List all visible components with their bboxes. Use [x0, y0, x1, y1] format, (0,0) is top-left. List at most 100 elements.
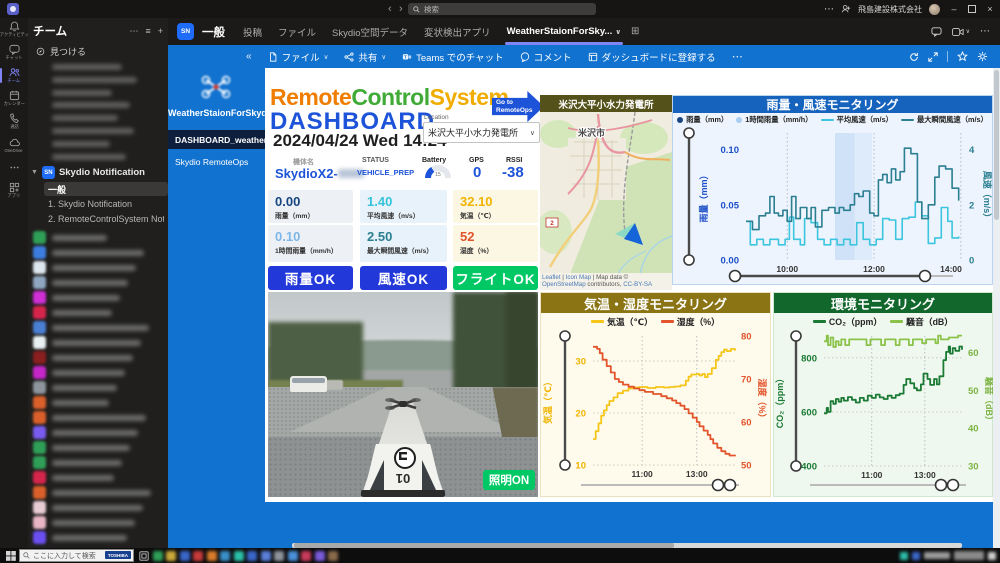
add-tab-icon[interactable]: ⊞ [631, 26, 639, 37]
blurred-team-item[interactable] [33, 321, 149, 334]
tab-ファイル[interactable]: ファイル [270, 18, 324, 45]
discover-button[interactable]: 見つける [36, 45, 86, 58]
fullscreen-icon[interactable] [928, 52, 938, 62]
y-range-slider-handle[interactable] [791, 461, 801, 471]
rail-item-more[interactable] [0, 156, 28, 179]
tab-WeatherStaionForSky...[interactable]: WeatherStaionForSky...∨ [499, 18, 629, 45]
attribution-link[interactable]: CC-BY-SA [623, 281, 652, 288]
rail-item-onedrive[interactable]: OneDrive [0, 133, 28, 156]
taskbar-app-icon[interactable] [315, 551, 325, 561]
open-chat-icon[interactable] [931, 26, 942, 37]
channel-item[interactable]: 一般 [44, 182, 168, 196]
blurred-team-item[interactable] [33, 396, 109, 409]
blurred-team-item[interactable] [33, 411, 146, 424]
blurred-team-item[interactable] [33, 456, 122, 469]
x-range-slider-handle[interactable] [948, 480, 959, 491]
sidebar-item-remoteops[interactable]: Skydio RemoteOps [168, 152, 265, 171]
attribution-link[interactable]: OpenStreetMap [542, 281, 586, 288]
tab-投稿[interactable]: 投稿 [235, 18, 270, 45]
blurred-team-item[interactable] [33, 246, 144, 259]
add-person-icon[interactable] [841, 4, 851, 14]
ok-button-0[interactable]: 雨量OK [268, 266, 353, 290]
filter-icon[interactable]: ≡ [145, 26, 150, 37]
rail-item-apps[interactable]: アプリ [0, 179, 28, 202]
taskbar-app-icon[interactable] [166, 551, 176, 561]
titlebar-more-icon[interactable]: ⋯ [824, 4, 834, 15]
taskbar-app-icon[interactable] [234, 551, 244, 561]
taskbar-app-icon[interactable] [207, 551, 217, 561]
leaflet-map[interactable]: 米沢市 2 [540, 112, 672, 274]
blurred-team-item[interactable] [33, 351, 133, 364]
toolbar-teams-chat[interactable]: TTeams でのチャット [402, 50, 504, 64]
y-range-slider-handle[interactable] [560, 460, 570, 470]
attribution-link[interactable]: Icon Map [566, 274, 591, 281]
minimize-button[interactable]: – [947, 4, 961, 14]
search-input[interactable]: 検索 [408, 3, 596, 15]
rail-item-calls[interactable]: 通話 [0, 110, 28, 133]
taskbar-app-icon[interactable] [180, 551, 190, 561]
meet-camera-icon[interactable] [952, 27, 964, 37]
x-range-slider-handle[interactable] [936, 480, 947, 491]
sidebar-item-dashboard[interactable]: DASHBOARD_weather_stati... [168, 130, 265, 149]
taskbar-app-icon[interactable] [274, 551, 284, 561]
meet-caret-icon[interactable]: ∨ [966, 28, 970, 35]
ok-button-1[interactable]: 風速OK [360, 266, 447, 290]
taskbar-search-input[interactable]: ここに入力して検索 TOSHIBA [19, 549, 134, 562]
toolbar-share-menu[interactable]: 共有∨ [344, 50, 386, 64]
x-range-slider-handle[interactable] [920, 271, 931, 282]
settings-gear-icon[interactable] [977, 51, 988, 62]
rail-item-teams[interactable]: チーム [0, 64, 28, 87]
nav-forward-icon[interactable]: › [399, 0, 403, 18]
blurred-team-item[interactable] [33, 231, 107, 244]
tabbar-more-icon[interactable]: ⋯ [980, 26, 990, 37]
blurred-team-item[interactable] [33, 426, 138, 439]
avatar[interactable] [929, 4, 940, 15]
location-select[interactable]: 米沢大平小水力発電所 ∨ [423, 122, 540, 143]
refresh-icon[interactable] [909, 52, 919, 62]
rail-item-chat[interactable]: チャット [0, 41, 28, 64]
notification-center-icon[interactable] [988, 552, 996, 560]
toolbar-comments[interactable]: コメント [520, 50, 572, 64]
light-on-button[interactable]: 照明ON [483, 470, 535, 490]
blurred-team-item[interactable] [33, 381, 117, 394]
blurred-team-item[interactable] [33, 441, 130, 454]
tab-Skydio空間データ[interactable]: Skydio空間データ [324, 18, 416, 45]
tray-icon[interactable] [900, 552, 908, 560]
y-range-slider-handle[interactable] [560, 331, 570, 341]
taskbar-app-icon[interactable] [328, 551, 338, 561]
taskbar-app-icon[interactable] [193, 551, 203, 561]
rail-item-calendar[interactable]: カレンダー [0, 87, 28, 110]
rail-item-activity[interactable]: アクティビティ [0, 18, 28, 41]
toolbar-more[interactable]: ⋯ [732, 50, 743, 63]
blurred-team-item[interactable] [33, 306, 112, 319]
taskbar-app-icon[interactable] [288, 551, 298, 561]
taskbar-app-icon[interactable] [153, 551, 163, 561]
taskbar-app-icon[interactable] [247, 551, 257, 561]
toolbar-file-menu[interactable]: ファイル∨ [268, 50, 329, 64]
vertical-scrollbar[interactable] [993, 68, 1000, 548]
blurred-team-item[interactable] [33, 261, 136, 274]
x-range-slider-handle[interactable] [713, 480, 724, 491]
blurred-team-item[interactable] [33, 471, 114, 484]
toolbar-register-dashboard[interactable]: ダッシュボードに登録する [588, 50, 716, 64]
blurred-team-item[interactable] [33, 276, 128, 289]
close-button[interactable]: × [983, 4, 997, 14]
blurred-team-item[interactable] [33, 291, 120, 304]
blurred-team-item[interactable] [33, 516, 135, 529]
start-button[interactable] [6, 551, 16, 561]
x-range-slider-handle[interactable] [725, 480, 736, 491]
x-range-slider-handle[interactable] [730, 271, 741, 282]
blurred-team-item[interactable] [33, 366, 125, 379]
team-skydio-notification[interactable]: ▼ SN Skydio Notification [31, 166, 145, 179]
task-view-icon[interactable] [139, 551, 149, 561]
y-range-slider-handle[interactable] [684, 255, 694, 265]
teams-more-icon[interactable]: ⋯ [129, 26, 138, 37]
create-team-icon[interactable]: + [158, 26, 163, 37]
y-range-slider-handle[interactable] [684, 128, 694, 138]
blurred-team-item[interactable] [33, 531, 127, 544]
maximize-button[interactable] [968, 5, 976, 13]
taskbar-app-icon[interactable] [220, 551, 230, 561]
taskbar-app-icon[interactable] [261, 551, 271, 561]
blurred-team-item[interactable] [33, 486, 151, 499]
y-range-slider-handle[interactable] [791, 331, 801, 341]
